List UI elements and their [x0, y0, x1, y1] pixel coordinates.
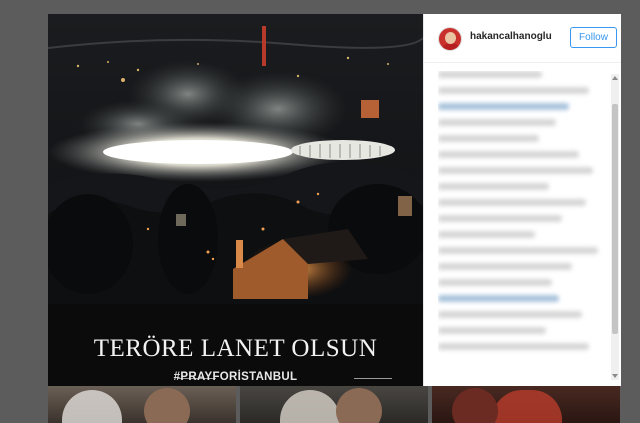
- blurred-caption-comments: [438, 71, 606, 371]
- post-sidebar: hakancalhanoglu Follow: [423, 14, 621, 386]
- post-photo[interactable]: TERÖRE LANET OLSUN #PRAYFORİSTANBUL: [48, 14, 423, 386]
- grid-thumbnail[interactable]: [240, 384, 428, 423]
- profile-grid-background: [48, 384, 620, 423]
- image-caption-title: TERÖRE LANET OLSUN: [93, 335, 378, 362]
- grid-thumbnail[interactable]: [432, 384, 620, 423]
- image-hashtag: #PRAYFORİSTANBUL: [173, 371, 298, 383]
- follow-button[interactable]: Follow: [570, 27, 617, 48]
- scroll-up-icon[interactable]: [612, 76, 618, 80]
- scroll-down-icon[interactable]: [612, 374, 618, 378]
- caption-scrollbar[interactable]: [611, 74, 619, 380]
- stadium-night-image: [48, 14, 423, 386]
- post-header: hakancalhanoglu Follow: [424, 14, 621, 63]
- username-link[interactable]: hakancalhanoglu: [470, 31, 552, 42]
- avatar[interactable]: [438, 27, 462, 51]
- grid-thumbnail[interactable]: [48, 384, 236, 423]
- scroll-thumb[interactable]: [612, 104, 618, 334]
